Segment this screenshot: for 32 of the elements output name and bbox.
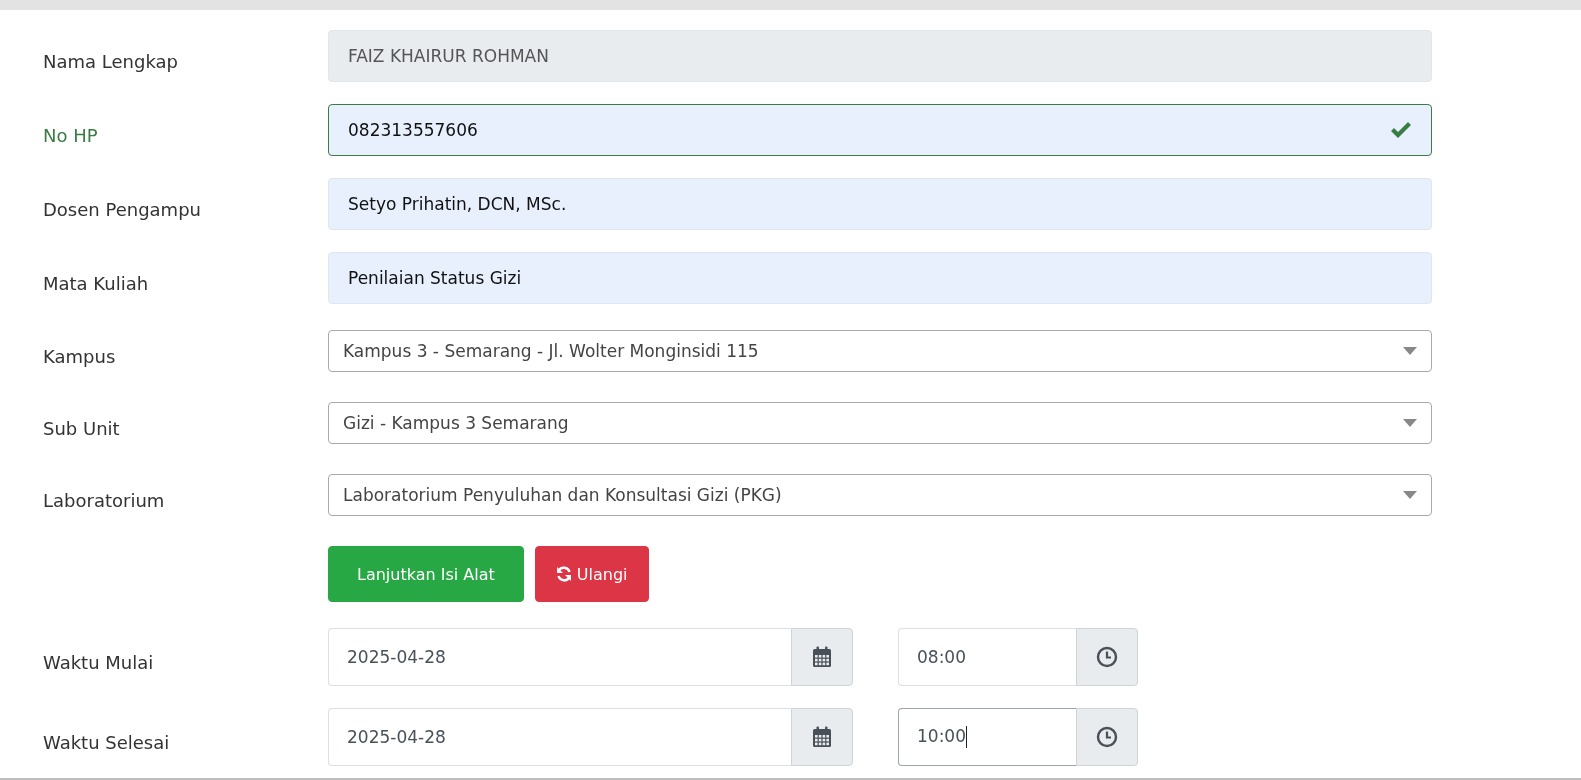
calendar-button[interactable]	[791, 628, 853, 686]
field-label: No HP	[43, 124, 99, 146]
dropdown-select[interactable]: Gizi - Kampus 3 Semarang	[328, 402, 1432, 444]
reset-button[interactable]: Ulangi	[534, 546, 649, 602]
calendar-icon	[812, 646, 832, 668]
field-label: Mata Kuliah	[43, 272, 150, 294]
caret-icon	[1403, 419, 1417, 427]
calendar-icon	[812, 726, 832, 748]
refresh-icon	[555, 566, 572, 582]
field-label: Dosen Pengampu	[43, 198, 202, 220]
clock-icon	[1096, 726, 1118, 748]
clock-button[interactable]	[1076, 708, 1138, 766]
field-label: Laboratorium	[43, 489, 166, 511]
clock-button[interactable]	[1076, 628, 1138, 686]
field-label: Waktu Mulai	[43, 651, 155, 673]
field-label: Waktu Selesai	[43, 731, 171, 753]
date-input[interactable]: 2025-04-28	[328, 628, 791, 686]
clock-icon	[1096, 646, 1118, 668]
caret-icon	[1403, 491, 1417, 499]
field-label: Nama Lengkap	[43, 50, 179, 72]
dropdown-select[interactable]: Laboratorium Penyuluhan dan Konsultasi Gizi (PKG)	[328, 474, 1432, 516]
input-field[interactable]: 082313557606	[328, 104, 1432, 156]
dropdown-select[interactable]: Kampus 3 - Semarang - Jl. Wolter Monginsidi 115	[328, 330, 1432, 372]
checkmark-icon	[1390, 121, 1412, 139]
input-field[interactable]: Setyo Prihatin, DCN, MSc.	[328, 178, 1432, 230]
input-field[interactable]: Penilaian Status Gizi	[328, 252, 1432, 304]
calendar-button[interactable]	[791, 708, 853, 766]
field-label: Kampus	[43, 345, 117, 367]
date-input[interactable]: 2025-04-28	[328, 708, 791, 766]
caret-icon	[1403, 347, 1417, 355]
field-label: Sub Unit	[43, 417, 121, 439]
input-field[interactable]: FAIZ KHAIRUR ROHMAN	[328, 30, 1432, 82]
